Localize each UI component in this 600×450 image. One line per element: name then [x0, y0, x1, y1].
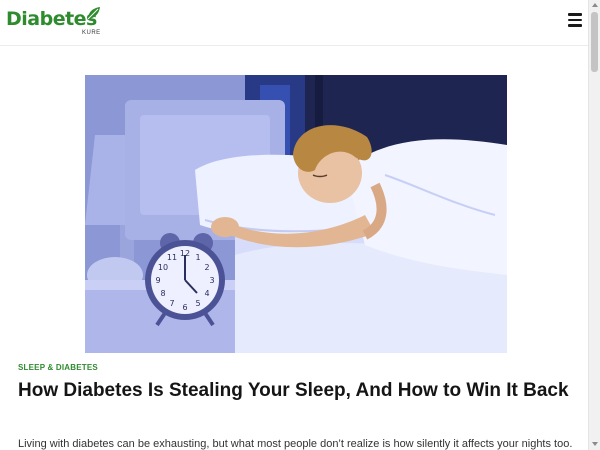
- hero-illustration: 12 1 2 3 4 5 6 7 8 9 10 11: [85, 75, 507, 353]
- article-excerpt: Living with diabetes can be exhausting, …: [18, 438, 573, 450]
- logo-subtitle: KURE: [82, 30, 101, 36]
- clock-number: 7: [169, 299, 174, 308]
- scroll-up-arrow-icon[interactable]: [592, 3, 598, 7]
- scrollbar-thumb[interactable]: [591, 12, 598, 72]
- hamburger-menu-icon[interactable]: [568, 13, 584, 31]
- page-scrollbar[interactable]: [588, 0, 600, 450]
- site-logo[interactable]: Diabetes KURE: [6, 7, 106, 40]
- logo-wordmark: Diabetes: [6, 8, 97, 30]
- clock-number: 11: [167, 253, 177, 262]
- clock-number: 12: [180, 249, 190, 258]
- clock-number: 8: [160, 289, 165, 298]
- clock-number: 1: [195, 253, 200, 262]
- scroll-down-arrow-icon[interactable]: [592, 442, 598, 446]
- clock-number: 2: [204, 263, 209, 272]
- clock-number: 6: [182, 303, 187, 312]
- leaf-icon: [87, 7, 100, 20]
- article-title[interactable]: How Diabetes Is Stealing Your Sleep, And…: [18, 378, 578, 404]
- hero-image[interactable]: 12 1 2 3 4 5 6 7 8 9 10 11: [85, 75, 507, 353]
- clock-number: 10: [158, 263, 168, 272]
- clock-number: 4: [204, 289, 209, 298]
- clock-number: 5: [195, 299, 200, 308]
- article-category[interactable]: SLEEP & DIABETES: [18, 363, 98, 372]
- site-header: Diabetes KURE: [0, 0, 588, 46]
- clock-number: 9: [155, 276, 160, 285]
- clock-number: 3: [209, 276, 214, 285]
